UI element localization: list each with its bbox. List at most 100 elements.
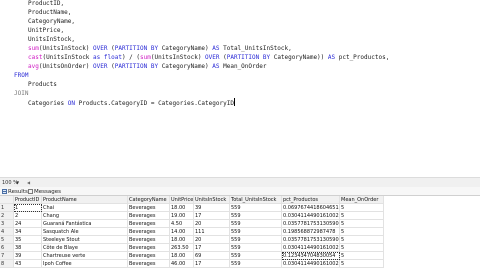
table-cell[interactable]: 34 (14, 228, 42, 236)
table-cell[interactable]: Beverages (128, 244, 170, 252)
code-line[interactable]: sum(UnitsInStock) OVER (PARTITION BY Cat… (28, 44, 292, 53)
code-line[interactable]: ProductName, (28, 8, 71, 17)
table-cell[interactable]: 46.00 (170, 260, 194, 268)
table-row[interactable]: 7 39 Chartreuse verte Beverages 18.00 69 559 0.… (0, 252, 390, 260)
row-number[interactable]: 5 (0, 236, 14, 244)
row-number[interactable]: 3 (0, 220, 14, 228)
grid-corner[interactable] (0, 196, 14, 204)
table-row[interactable]: 1 1 Chai Beverages 18.00 39 559 0.0697674418604… (0, 204, 390, 212)
table-cell[interactable]: Guaraná Fantástica (42, 220, 128, 228)
results-grid[interactable]: ProductID ProductName CategoryName UnitPric… (0, 196, 480, 270)
table-cell[interactable]: 1 (14, 204, 42, 212)
table-cell[interactable]: Ipoh Coffee (42, 260, 128, 268)
table-cell[interactable]: 5 (340, 212, 384, 220)
code-line[interactable]: JOIN (14, 89, 28, 98)
table-cell[interactable]: Chai (42, 204, 128, 212)
table-cell[interactable]: 20 (194, 236, 230, 244)
table-cell[interactable]: 17 (194, 244, 230, 252)
table-cell[interactable]: Côte de Blaye (42, 244, 128, 252)
table-cell[interactable]: Beverages (128, 236, 170, 244)
code-line[interactable]: Products (28, 80, 57, 89)
table-row[interactable]: 8 43 Ipoh Coffee Beverages 46.00 17 559 0.03041… (0, 260, 390, 268)
table-cell[interactable]: 39 (14, 252, 42, 260)
code-line[interactable]: UnitsInStock, (28, 35, 75, 44)
table-cell[interactable]: 35 (14, 236, 42, 244)
table-cell[interactable]: 559 (230, 260, 282, 268)
row-number[interactable]: 4 (0, 228, 14, 236)
table-cell[interactable]: 263.50 (170, 244, 194, 252)
table-cell[interactable]: 69 (194, 252, 230, 260)
table-cell[interactable]: 5 (340, 244, 384, 252)
table-cell[interactable]: 5 (340, 204, 384, 212)
table-cell[interactable]: 111 (194, 228, 230, 236)
table-cell[interactable]: 2 (14, 212, 42, 220)
row-number[interactable]: 1 (0, 204, 14, 212)
table-cell[interactable]: Chang (42, 212, 128, 220)
table-cell[interactable]: 39 (194, 204, 230, 212)
tab-messages[interactable]: Messages (28, 188, 61, 196)
table-cell[interactable]: 0.123434704830054 (282, 252, 340, 260)
table-row[interactable]: 6 38 Côte de Blaye Beverages 263.50 17 559 0.03… (0, 244, 390, 252)
table-cell[interactable]: 5 (340, 228, 384, 236)
table-row[interactable]: 2 2 Chang Beverages 19.00 17 559 0.030411449016… (0, 212, 390, 220)
query-editor[interactable]: ProductID, ProductName, CategoryName, UnitP… (0, 0, 480, 177)
table-row[interactable]: 5 35 Steeleye Stout Beverages 18.00 20 559 0.03… (0, 236, 390, 244)
column-header[interactable]: pct_Productos (282, 196, 340, 204)
table-cell[interactable]: 17 (194, 260, 230, 268)
tab-results[interactable]: Results (2, 188, 28, 196)
table-cell[interactable]: 38 (14, 244, 42, 252)
table-cell[interactable]: 5 (340, 236, 384, 244)
code-line[interactable]: CategoryName, (28, 17, 75, 26)
code-line[interactable]: ProductID, (28, 0, 64, 8)
column-header[interactable]: CategoryName (128, 196, 170, 204)
column-header[interactable]: Total_UnitsInStock (230, 196, 282, 204)
scroll-left-icon[interactable]: ◀ (27, 180, 30, 185)
column-header[interactable]: ProductID (14, 196, 42, 204)
table-cell[interactable]: 0.0357781753130590 (282, 220, 340, 228)
table-cell[interactable]: 559 (230, 228, 282, 236)
code-line[interactable]: Categories ON Products.CategoryID = Cate… (28, 98, 235, 107)
code-line[interactable]: FROM (14, 71, 28, 80)
table-cell[interactable]: 0.0304114490161002 (282, 260, 340, 268)
table-cell[interactable]: 18.00 (170, 204, 194, 212)
code-line[interactable]: UnitPrice, (28, 26, 64, 35)
table-cell[interactable]: 0.0357781753130590 (282, 236, 340, 244)
table-cell[interactable]: 24 (14, 220, 42, 228)
table-cell[interactable]: 14.00 (170, 228, 194, 236)
row-number[interactable]: 6 (0, 244, 14, 252)
table-cell[interactable]: 0.198568872987478 (282, 228, 340, 236)
table-cell[interactable]: 559 (230, 252, 282, 260)
table-cell[interactable]: 18.00 (170, 236, 194, 244)
table-cell[interactable]: 5 (340, 260, 384, 268)
table-cell[interactable]: 5 (340, 252, 384, 260)
table-cell[interactable]: 43 (14, 260, 42, 268)
table-cell[interactable]: 559 (230, 244, 282, 252)
code-line[interactable]: cast(UnitsInStock as float) / (sum(Units… (28, 53, 389, 62)
table-cell[interactable]: Beverages (128, 228, 170, 236)
column-header[interactable]: Mean_OnOrder (340, 196, 384, 204)
table-cell[interactable]: 5 (340, 220, 384, 228)
table-cell[interactable]: Beverages (128, 204, 170, 212)
row-number[interactable]: 2 (0, 212, 14, 220)
table-cell[interactable]: Steeleye Stout (42, 236, 128, 244)
table-cell[interactable]: 559 (230, 236, 282, 244)
table-cell[interactable]: Beverages (128, 260, 170, 268)
row-number[interactable]: 8 (0, 260, 14, 268)
table-cell[interactable]: Beverages (128, 252, 170, 260)
column-header[interactable]: ProductName (42, 196, 128, 204)
table-cell[interactable]: Beverages (128, 212, 170, 220)
table-cell[interactable]: 559 (230, 220, 282, 228)
table-cell[interactable]: 0.0697674418604651 (282, 204, 340, 212)
table-cell[interactable]: 19.00 (170, 212, 194, 220)
code-line[interactable]: avg(UnitsOnOrder) OVER (PARTITION BY Cat… (28, 62, 266, 71)
table-cell[interactable]: 0.0304114490161002 (282, 212, 340, 220)
table-cell[interactable]: 559 (230, 204, 282, 212)
zoom-dropdown-icon[interactable]: ▼ (16, 180, 19, 185)
table-cell[interactable]: 18.00 (170, 252, 194, 260)
table-cell[interactable]: 559 (230, 212, 282, 220)
column-header[interactable]: UnitsInStock (194, 196, 230, 204)
table-cell[interactable]: Beverages (128, 220, 170, 228)
column-header[interactable]: UnitPrice (170, 196, 194, 204)
table-cell[interactable]: Sasquatch Ale (42, 228, 128, 236)
table-cell[interactable]: 4.50 (170, 220, 194, 228)
